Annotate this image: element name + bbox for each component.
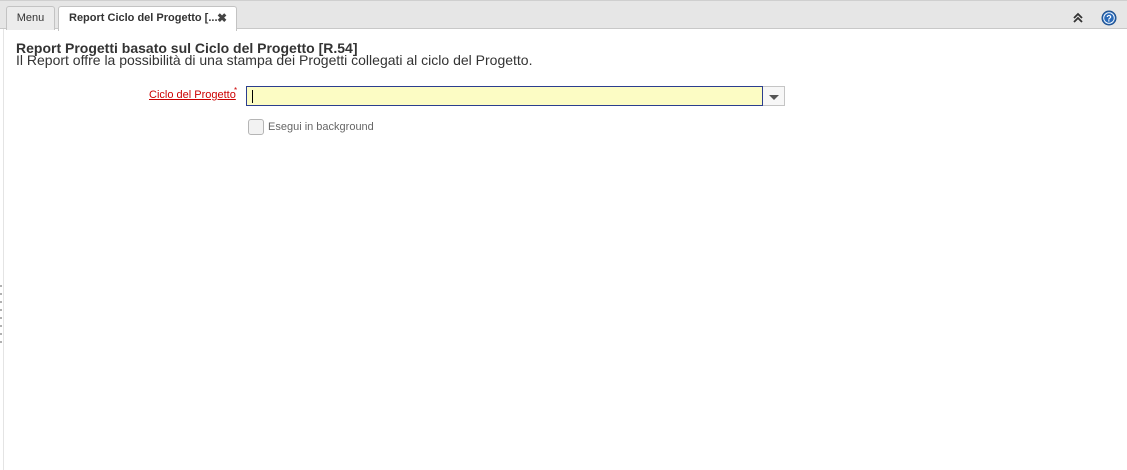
text-caret xyxy=(252,90,253,103)
splitter-grip-icon xyxy=(0,285,3,349)
svg-text:?: ? xyxy=(1106,14,1112,24)
chevron-down-icon xyxy=(769,95,779,100)
help-icon[interactable]: ? xyxy=(1101,10,1117,26)
background-checkbox-label[interactable]: Esegui in background xyxy=(268,121,374,133)
tab-label: Report Ciclo del Progetto [... xyxy=(69,12,218,24)
ciclo-progetto-input[interactable] xyxy=(246,86,763,106)
tab-menu[interactable]: Menu xyxy=(6,6,55,30)
ciclo-progetto-label[interactable]: Ciclo del Progetto xyxy=(149,89,236,101)
background-checkbox[interactable] xyxy=(248,119,264,135)
tab-bar: Menu Report Ciclo del Progetto [... ✖ ? xyxy=(0,0,1127,31)
close-icon[interactable]: ✖ xyxy=(217,7,227,30)
tab-report-ciclo-progetto[interactable]: Report Ciclo del Progetto [... ✖ xyxy=(58,6,237,31)
required-mark: * xyxy=(234,86,238,95)
double-chevron-up-icon[interactable] xyxy=(1071,11,1085,25)
side-splitter[interactable] xyxy=(0,29,4,470)
ciclo-progetto-dropdown-button[interactable] xyxy=(763,86,785,106)
page-description: Il Report offre la possibilità di una st… xyxy=(16,52,533,68)
